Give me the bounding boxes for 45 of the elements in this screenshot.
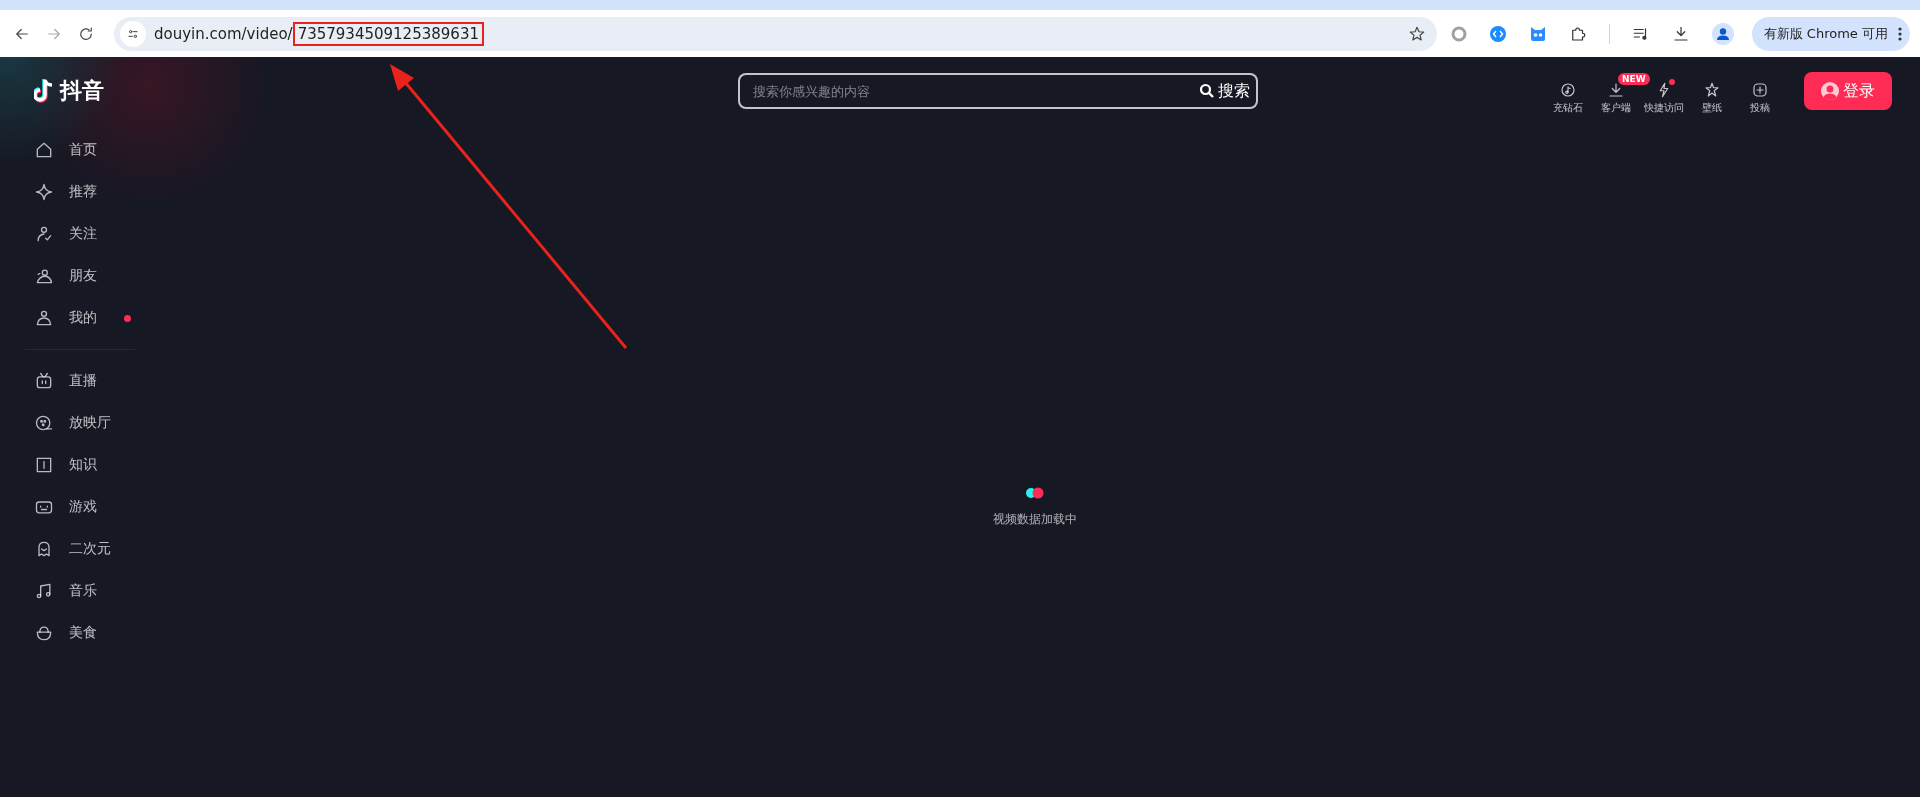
search-icon (1199, 83, 1215, 99)
header-action[interactable]: 充钻石 (1553, 81, 1583, 115)
star-icon (1703, 81, 1721, 99)
tv-icon (34, 371, 54, 391)
url-text: douyin.com/video/ (154, 24, 293, 43)
person-icon (34, 308, 54, 328)
music-note-icon (34, 581, 54, 601)
search-button[interactable]: 搜索 (1199, 80, 1250, 102)
sidebar-item[interactable]: 朋友 (0, 255, 160, 297)
chrome-update-button[interactable]: 有新版 Chrome 可用 (1751, 16, 1910, 51)
ring-extension-icon[interactable] (1450, 25, 1467, 42)
sidebar-item[interactable]: 首页 (0, 129, 160, 171)
book-icon (34, 455, 54, 475)
download-icon (1607, 81, 1625, 99)
home-icon (34, 140, 54, 160)
film-reel-icon (34, 413, 54, 433)
sidebar-item[interactable]: 关注 (0, 213, 160, 255)
sidebar-item[interactable]: 二次元 (0, 528, 160, 570)
profile-avatar-icon[interactable] (1711, 22, 1734, 45)
login-button[interactable]: 登录 (1804, 72, 1892, 110)
sidebar-item[interactable]: 知识 (0, 444, 160, 486)
sidebar-item[interactable]: 我的 (0, 297, 160, 339)
avatar-icon (1821, 82, 1839, 100)
logo-text: 抖音 (60, 77, 104, 105)
sidebar-item[interactable]: 游戏 (0, 486, 160, 528)
highlighted-video-id: 7357934509125389631 (292, 21, 484, 46)
sidebar-item[interactable]: 推荐 (0, 171, 160, 213)
site-settings-icon[interactable] (120, 20, 146, 47)
sidebar-item[interactable]: 美食 (0, 612, 160, 654)
sidebar-item[interactable]: 放映厅 (0, 402, 160, 444)
search-field[interactable]: 搜索你感兴趣的内容 搜索 (738, 73, 1258, 109)
more-menu-icon[interactable] (1898, 26, 1902, 41)
diamond-note-icon (1559, 81, 1577, 99)
sparkle-icon (34, 182, 54, 202)
sidebar-item[interactable]: 音乐 (0, 570, 160, 612)
header-action[interactable]: 投稿 (1750, 81, 1770, 115)
plus-square-icon (1751, 81, 1769, 99)
code-extension-icon[interactable] (1488, 24, 1507, 43)
loading-text: 视频数据加载中 (993, 511, 1077, 528)
sidebar-item[interactable]: 直播 (0, 360, 160, 402)
cat-extension-icon[interactable] (1528, 25, 1547, 42)
header-action[interactable]: 壁纸 (1702, 81, 1722, 115)
new-badge: NEW (1618, 73, 1650, 85)
loading-dots-icon (1025, 487, 1045, 499)
address-bar[interactable]: douyin.com/video/ 7357934509125389631 (114, 16, 1437, 51)
